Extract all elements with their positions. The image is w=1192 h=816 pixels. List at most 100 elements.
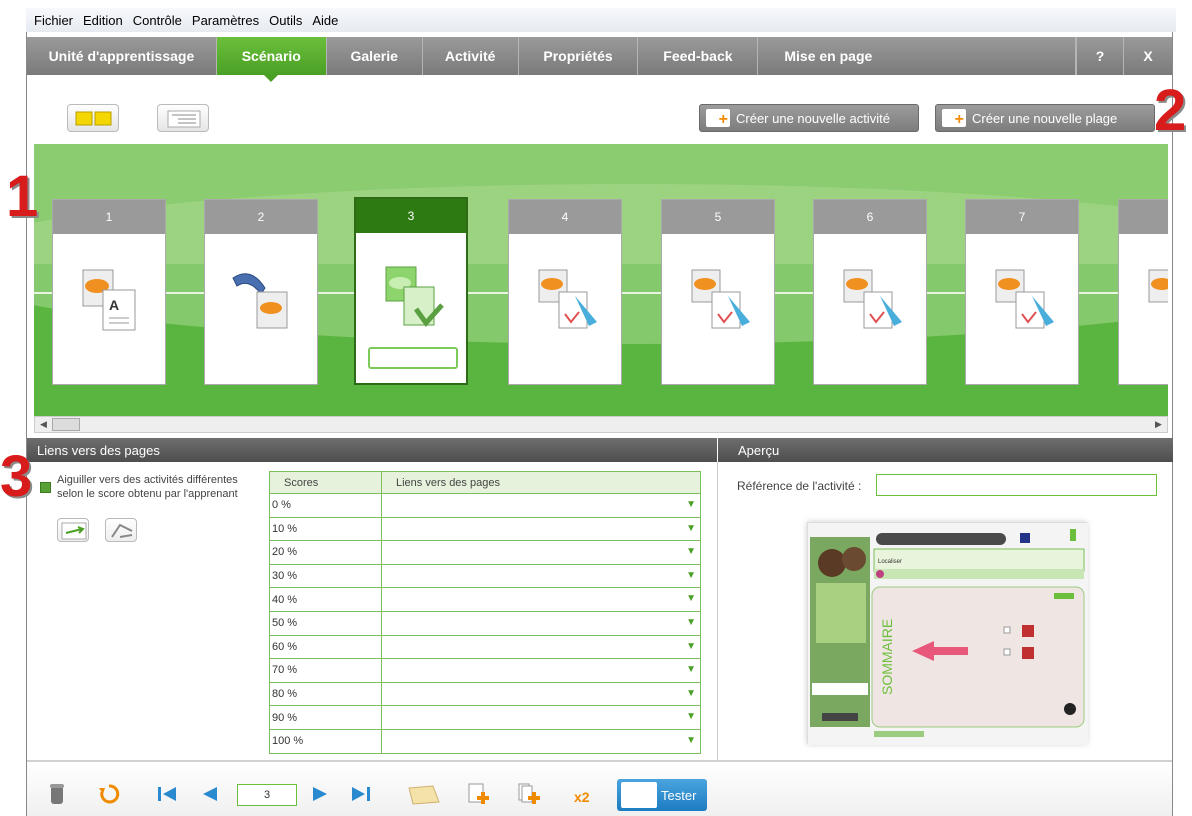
menu-parametres[interactable]: Paramètres (192, 13, 259, 28)
col-links: Liens vers des pages (381, 471, 701, 494)
exercise-page-icon (538, 269, 597, 329)
links-panel-header: Liens vers des pages (27, 438, 717, 462)
col-scores: Scores (269, 471, 382, 494)
scroll-thumb[interactable] (52, 418, 80, 431)
tab-galerie[interactable]: Galerie (327, 37, 423, 75)
test-button[interactable]: Tester (617, 779, 707, 811)
score-cell: 80 % (269, 681, 382, 707)
link-forward-button[interactable] (57, 518, 89, 542)
activity-card[interactable]: 7 (965, 199, 1079, 385)
new-activity-button[interactable]: Créer une nouvelle activité (699, 104, 919, 132)
routing-label: Aiguiller vers des activités différentes… (57, 474, 238, 500)
close-button[interactable]: X (1124, 37, 1172, 75)
new-range-label: Créer une nouvelle plage (972, 110, 1118, 126)
text-page-icon: A (82, 269, 136, 331)
exercise-page-icon (995, 269, 1054, 329)
menu-aide[interactable]: Aide (312, 13, 338, 28)
link-dropdown[interactable] (381, 587, 701, 612)
score-cell: 30 % (269, 563, 382, 589)
video-page-icon (232, 273, 288, 329)
first-page-icon[interactable] (155, 782, 179, 806)
scroll-left-arrow-icon[interactable]: ◀ (36, 418, 51, 431)
activity-card-number: 7 (966, 200, 1078, 234)
activity-ref-label: Référence de l'activité : (737, 479, 862, 493)
timeline-scrollbar[interactable]: ◀ ▶ (34, 416, 1168, 433)
menu-fichier[interactable]: Fichier (34, 13, 73, 28)
view-tree-button[interactable] (157, 104, 209, 132)
undo-icon[interactable] (97, 782, 121, 806)
activity-card-number: 6 (814, 200, 926, 234)
table-row: 10 % (269, 516, 701, 542)
tab-scenario[interactable]: Scénario (216, 37, 327, 82)
previous-page-icon[interactable] (197, 782, 221, 806)
app-window: Unité d'apprentissage Scénario Galerie A… (26, 32, 1173, 816)
note-icon[interactable] (407, 782, 441, 806)
activity-card-number: 2 (205, 200, 317, 234)
tab-proprietes[interactable]: Propriétés (519, 37, 639, 75)
link-dropdown[interactable] (381, 493, 701, 518)
preview-thumbnail: Localiser SOMMAIRE (808, 523, 1088, 745)
exercise-page-icon (1148, 269, 1168, 303)
trash-icon[interactable] (45, 782, 69, 806)
link-dropdown[interactable] (381, 705, 701, 730)
activity-card[interactable]: 1 A (52, 199, 166, 385)
view-cards-button[interactable] (67, 104, 119, 132)
score-cell: 40 % (269, 587, 382, 612)
tab-feed-back[interactable]: Feed-back (638, 37, 759, 75)
duplicate-icon[interactable]: x2 (572, 782, 602, 806)
score-cell: 20 % (269, 540, 382, 565)
last-page-icon[interactable] (349, 782, 373, 806)
link-dropdown[interactable] (381, 658, 701, 683)
tab-bar: Unité d'apprentissage Scénario Galerie A… (27, 37, 1172, 82)
help-button[interactable]: ? (1076, 37, 1125, 75)
table-row: 40 % (269, 587, 701, 612)
link-dropdown[interactable] (381, 681, 701, 707)
arrow-right-icon (61, 522, 87, 540)
next-page-icon[interactable] (309, 782, 333, 806)
link-dropdown[interactable] (381, 540, 701, 565)
scenario-timeline[interactable]: 1 A 2 3 4 5 6 7 (34, 144, 1168, 416)
activity-card[interactable]: 6 (813, 199, 927, 385)
new-range-button[interactable]: Créer une nouvelle plage (935, 104, 1155, 132)
activity-preview: Localiser SOMMAIRE (807, 522, 1088, 745)
activity-name-field[interactable] (368, 347, 458, 369)
bottom-toolbar: 3 x2 Tester (27, 760, 1172, 816)
table-row: 80 % (269, 681, 701, 707)
preview-heading: Localiser (878, 559, 902, 565)
score-cell: 90 % (269, 705, 382, 730)
annotation-number: 2 (1154, 78, 1187, 143)
activity-card[interactable]: 5 (661, 199, 775, 385)
link-dropdown[interactable] (381, 610, 701, 636)
menu-controle[interactable]: Contrôle (133, 13, 182, 28)
menu-outils[interactable]: Outils (269, 13, 302, 28)
preview-side-text: SOMMAIRE (879, 619, 895, 695)
activity-card[interactable]: 4 (508, 199, 622, 385)
activity-card[interactable]: 2 (204, 199, 318, 385)
tab-activite[interactable]: Activité (423, 37, 519, 75)
exercise-page-icon (843, 269, 902, 329)
routing-checkbox[interactable] (40, 482, 51, 493)
new-activity-label: Créer une nouvelle activité (736, 110, 890, 126)
activity-card-number: 1 (53, 200, 165, 234)
activity-ref-input[interactable] (876, 474, 1157, 496)
link-dropdown[interactable] (381, 516, 701, 542)
table-row: 30 % (269, 563, 701, 589)
score-cell: 60 % (269, 634, 382, 660)
link-dropdown[interactable] (381, 728, 701, 754)
annotation-number: 3 (0, 444, 33, 509)
activity-card-partial[interactable] (1118, 199, 1168, 385)
link-branch-button[interactable] (105, 518, 137, 542)
link-dropdown[interactable] (381, 563, 701, 589)
link-dropdown[interactable] (381, 634, 701, 660)
tab-mise-en-page[interactable]: Mise en page (758, 37, 1077, 75)
menu-edition[interactable]: Edition (83, 13, 123, 28)
score-cell: 50 % (269, 610, 382, 636)
tab-unite-apprentissage[interactable]: Unité d'apprentissage (27, 37, 217, 75)
add-range-icon[interactable] (517, 782, 541, 806)
scroll-right-arrow-icon[interactable]: ▶ (1151, 418, 1166, 431)
score-cell: 10 % (269, 516, 382, 542)
page-number-field[interactable]: 3 (237, 784, 297, 806)
add-page-icon[interactable] (467, 782, 491, 806)
tree-view-icon (167, 110, 201, 128)
activity-card[interactable]: 3 (354, 197, 468, 385)
